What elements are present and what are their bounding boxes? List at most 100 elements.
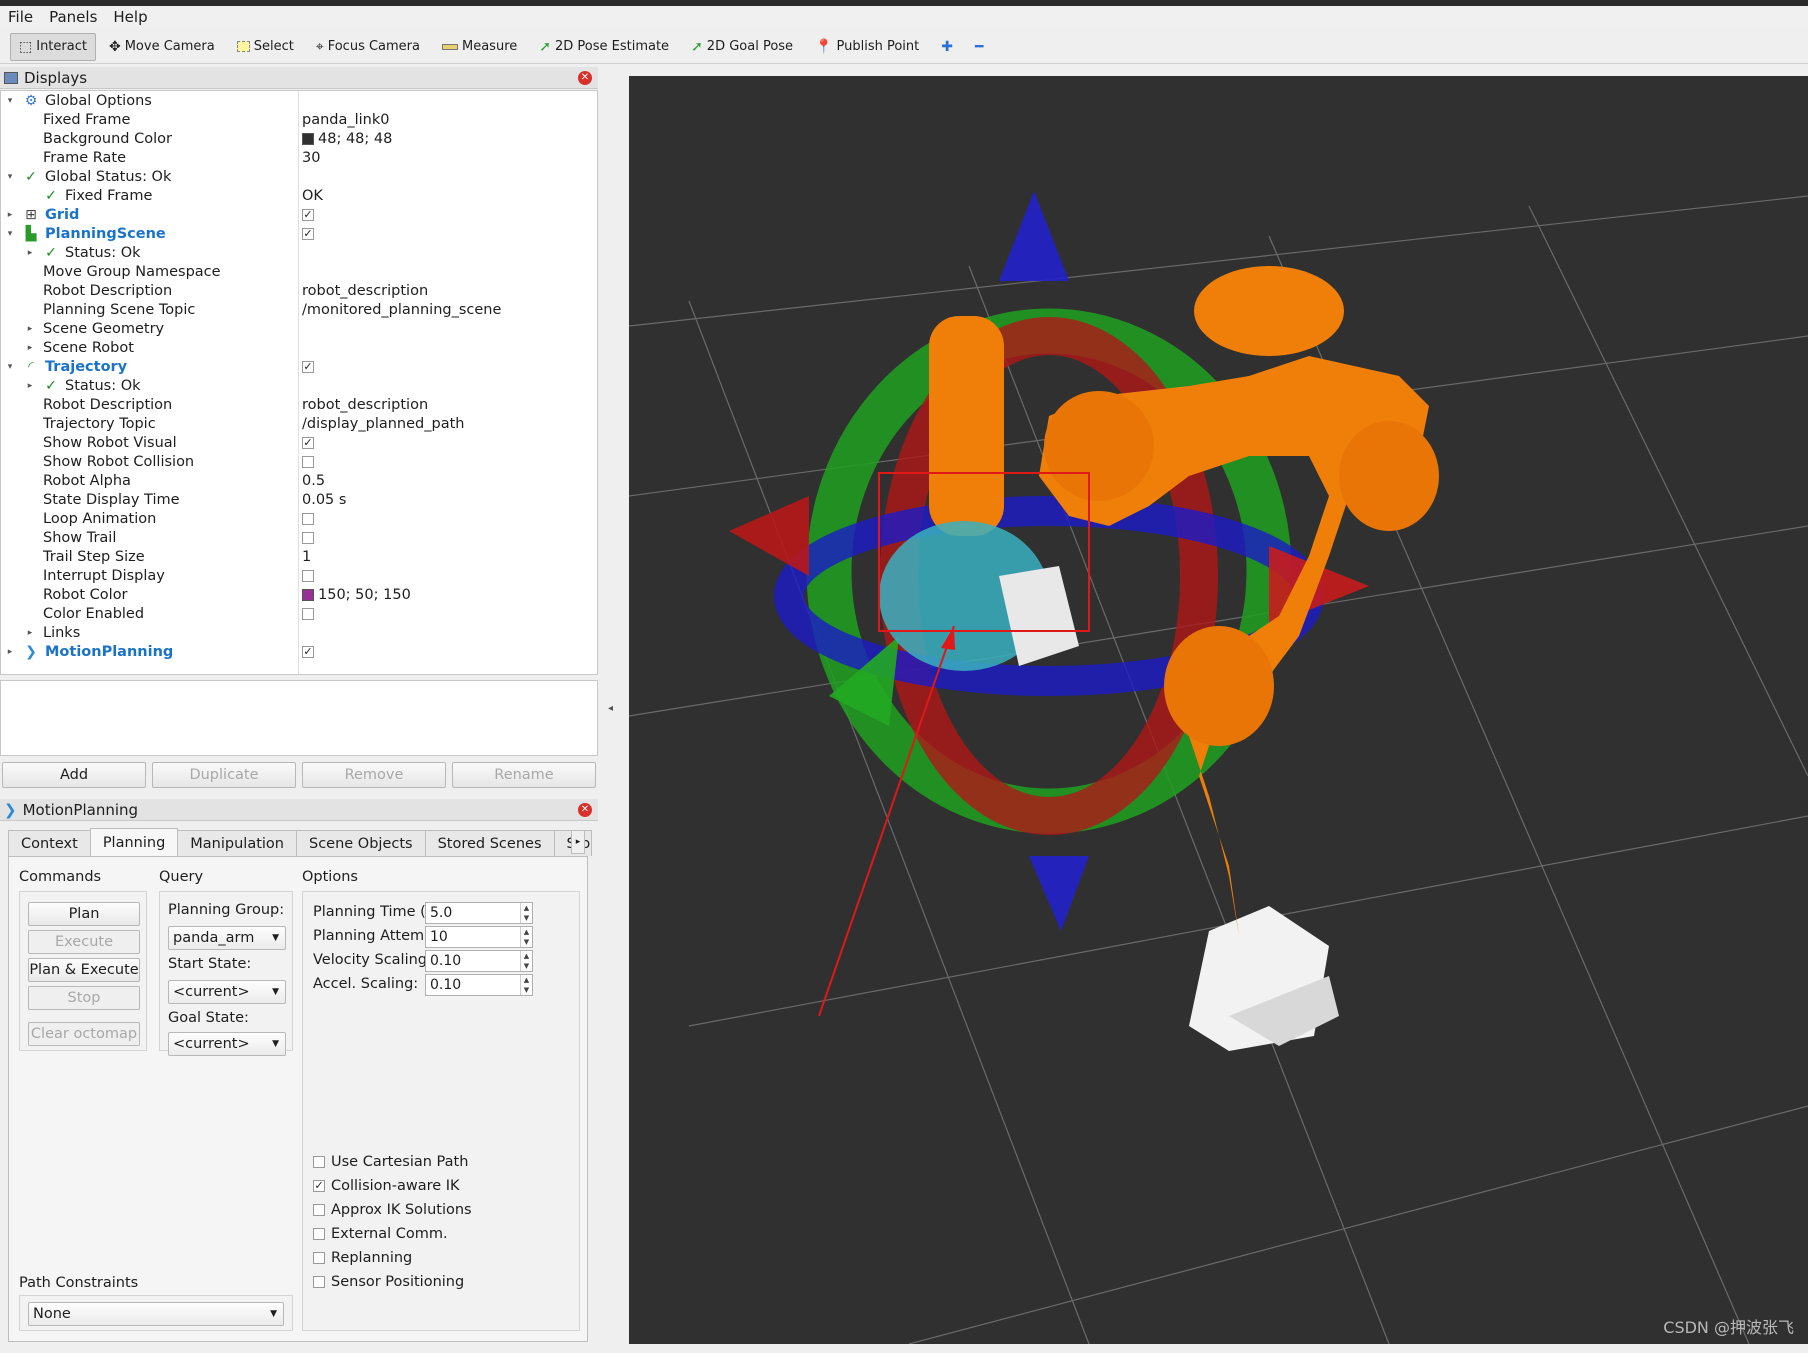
3d-viewport[interactable]: CSDN @押波张飞 — [629, 76, 1808, 1344]
expand-arrow-icon[interactable]: ▾ — [5, 362, 15, 372]
enable-checkbox[interactable]: ✓ — [302, 645, 314, 658]
use-cartesian-path-option[interactable]: Use Cartesian Path — [313, 1154, 468, 1170]
collapse-arrow-icon[interactable]: ▸ — [25, 248, 35, 258]
tab-scroll-right-button[interactable]: ▸ — [571, 830, 585, 854]
expand-arrow-icon[interactable]: ▾ — [5, 229, 15, 239]
tree-row-robot-color[interactable]: Robot Color 150; 50; 150 — [1, 585, 597, 604]
show-trail-checkbox[interactable] — [302, 531, 314, 544]
spin-arrows-icon[interactable]: ▲ ▼ — [520, 927, 532, 947]
planning-group-select[interactable]: panda_arm ▼ — [168, 926, 286, 950]
duplicate-button[interactable]: Duplicate — [152, 762, 296, 788]
tree-row-robot-description[interactable]: Robot Description robot_description — [1, 281, 597, 300]
tree-row-trajectory-status[interactable]: ▸ ✓ Status: Ok — [1, 376, 597, 395]
rename-button[interactable]: Rename — [452, 762, 596, 788]
tree-row-fixed-frame-status[interactable]: ✓ Fixed Frame OK — [1, 186, 597, 205]
checkbox[interactable] — [313, 1156, 325, 1168]
tree-row-scene-robot[interactable]: ▸ Scene Robot — [1, 338, 597, 357]
tree-row-grid[interactable]: ▸ ⊞ Grid ✓ — [1, 205, 597, 224]
plan-button[interactable]: Plan — [28, 902, 140, 926]
checkbox[interactable] — [313, 1276, 325, 1288]
tree-row-scene-geometry[interactable]: ▸ Scene Geometry — [1, 319, 597, 338]
collapse-arrow-icon[interactable]: ▸ — [5, 647, 15, 657]
publish-point-tool[interactable]: 📍 Publish Point — [806, 33, 928, 61]
tree-row-trajectory[interactable]: ▾ ◜ Trajectory ✓ — [1, 357, 597, 376]
remove-tool-button[interactable]: ━ — [966, 33, 992, 61]
expand-arrow-icon[interactable]: ▾ — [5, 96, 15, 106]
tree-row-global-options[interactable]: ▾ ⚙ Global Options — [1, 91, 597, 110]
pose-estimate-tool[interactable]: ➚ 2D Pose Estimate — [530, 33, 678, 61]
tree-row-move-group-namespace[interactable]: Move Group Namespace — [1, 262, 597, 281]
interact-tool[interactable]: ⬚ Interact — [10, 32, 96, 61]
remove-button[interactable]: Remove — [302, 762, 446, 788]
select-tool[interactable]: Select — [228, 33, 303, 61]
tab-context[interactable]: Context — [8, 830, 91, 856]
collapse-arrow-icon[interactable]: ▸ — [25, 628, 35, 638]
tab-planning[interactable]: Planning — [89, 828, 179, 856]
interrupt-display-checkbox[interactable] — [302, 569, 314, 582]
execute-button[interactable]: Execute — [28, 930, 140, 954]
tree-row-frame-rate[interactable]: Frame Rate 30 — [1, 148, 597, 167]
start-state-select[interactable]: <current> ▼ — [168, 980, 286, 1004]
planning-time-input[interactable]: 5.0 ▲ ▼ — [425, 902, 533, 924]
tree-row-status-ok[interactable]: ▸ ✓ Status: Ok — [1, 243, 597, 262]
tree-row-show-robot-collision[interactable]: Show Robot Collision — [1, 452, 597, 471]
tree-row-trail-step-size[interactable]: Trail Step Size 1 — [1, 547, 597, 566]
collision-aware-ik-option[interactable]: ✓ Collision-aware IK — [313, 1178, 460, 1194]
planning-attempts-input[interactable]: 10 ▲ ▼ — [425, 926, 533, 948]
scene-render[interactable] — [629, 76, 1808, 1344]
tree-row-background-color[interactable]: Background Color 48; 48; 48 — [1, 129, 597, 148]
tree-row-interrupt-display[interactable]: Interrupt Display — [1, 566, 597, 585]
clear-octomap-button[interactable]: Clear octomap — [28, 1022, 140, 1046]
menu-help[interactable]: Help — [113, 8, 147, 26]
approx-ik-option[interactable]: Approx IK Solutions — [313, 1202, 472, 1218]
show-robot-collision-checkbox[interactable] — [302, 455, 314, 468]
menu-file[interactable]: File — [8, 8, 33, 26]
tree-row-trajectory-robot-description[interactable]: Robot Description robot_description — [1, 395, 597, 414]
color-enabled-checkbox[interactable] — [302, 607, 314, 620]
tree-row-show-trail[interactable]: Show Trail — [1, 528, 597, 547]
move-camera-tool[interactable]: ✥ Move Camera — [100, 33, 224, 61]
tree-row-planning-scene-topic[interactable]: Planning Scene Topic /monitored_planning… — [1, 300, 597, 319]
checkbox[interactable] — [313, 1252, 325, 1264]
path-constraints-select[interactable]: None ▼ — [28, 1302, 284, 1326]
tab-manipulation[interactable]: Manipulation — [177, 830, 297, 856]
enable-checkbox[interactable]: ✓ — [302, 208, 314, 221]
collapse-arrow-icon[interactable]: ▸ — [25, 381, 35, 391]
collapse-arrow-icon[interactable]: ▸ — [5, 210, 15, 220]
spin-arrows-icon[interactable]: ▲ ▼ — [520, 951, 532, 971]
velocity-scaling-input[interactable]: 0.10 ▲ ▼ — [425, 950, 533, 972]
plan-execute-button[interactable]: Plan & Execute — [28, 958, 140, 982]
close-icon[interactable]: ✕ — [578, 71, 592, 85]
tree-row-links[interactable]: ▸ Links — [1, 623, 597, 642]
enable-checkbox[interactable]: ✓ — [302, 227, 314, 240]
tree-row-robot-alpha[interactable]: Robot Alpha 0.5 — [1, 471, 597, 490]
goal-state-select[interactable]: <current> ▼ — [168, 1032, 286, 1056]
collapse-arrow-icon[interactable]: ▸ — [25, 324, 35, 334]
add-button[interactable]: Add — [2, 762, 146, 788]
tab-scene-objects[interactable]: Scene Objects — [295, 830, 426, 856]
checkbox[interactable] — [313, 1204, 325, 1216]
checkbox[interactable]: ✓ — [313, 1180, 325, 1192]
checkbox[interactable] — [313, 1228, 325, 1240]
spin-arrows-icon[interactable]: ▲ ▼ — [520, 903, 532, 923]
goal-pose-tool[interactable]: ➚ 2D Goal Pose — [682, 33, 802, 61]
show-robot-visual-checkbox[interactable]: ✓ — [302, 436, 314, 449]
tree-row-motion-planning[interactable]: ▸ ❯ MotionPlanning ✓ — [1, 642, 597, 661]
close-icon[interactable]: ✕ — [578, 803, 592, 817]
menu-panels[interactable]: Panels — [49, 8, 97, 26]
tree-row-fixed-frame[interactable]: Fixed Frame panda_link0 — [1, 110, 597, 129]
tree-row-show-robot-visual[interactable]: Show Robot Visual ✓ — [1, 433, 597, 452]
sensor-positioning-option[interactable]: Sensor Positioning — [313, 1274, 464, 1290]
tree-row-global-status[interactable]: ▾ ✓ Global Status: Ok — [1, 167, 597, 186]
splitter-collapse-icon[interactable]: ◂ — [608, 703, 613, 714]
accel-scaling-input[interactable]: 0.10 ▲ ▼ — [425, 974, 533, 996]
measure-tool[interactable]: Measure — [433, 33, 526, 61]
tree-row-state-display-time[interactable]: State Display Time 0.05 s — [1, 490, 597, 509]
tree-row-trajectory-topic[interactable]: Trajectory Topic /display_planned_path — [1, 414, 597, 433]
external-comm-option[interactable]: External Comm. — [313, 1226, 448, 1242]
tree-row-loop-animation[interactable]: Loop Animation — [1, 509, 597, 528]
spin-arrows-icon[interactable]: ▲ ▼ — [520, 975, 532, 995]
collapse-arrow-icon[interactable]: ▸ — [25, 343, 35, 353]
expand-arrow-icon[interactable]: ▾ — [5, 172, 15, 182]
tree-row-planning-scene[interactable]: ▾ ▙ PlanningScene ✓ — [1, 224, 597, 243]
